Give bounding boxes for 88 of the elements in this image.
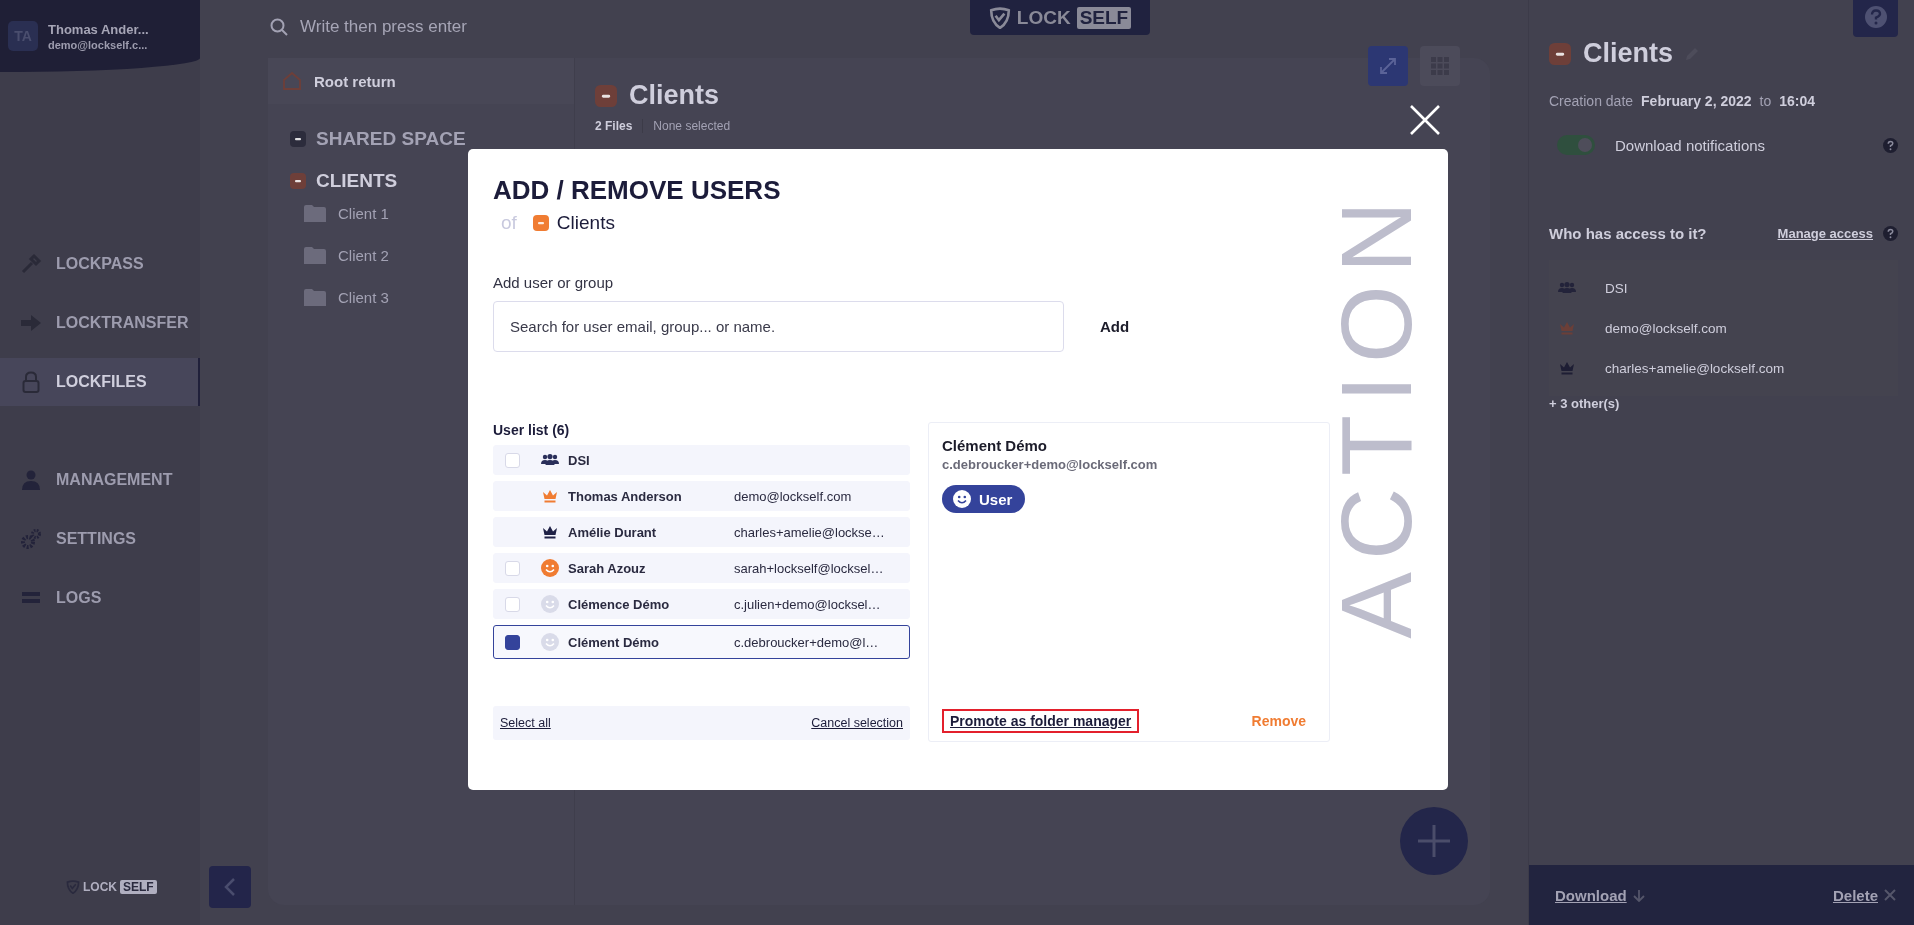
expand-icon: [1379, 57, 1397, 75]
user-name: Thomas Ander...: [48, 21, 149, 37]
nav-item[interactable]: LOCKFILES: [0, 358, 200, 406]
creation-time: 16:04: [1779, 93, 1816, 109]
user-search-field[interactable]: Search for user email, group... or name.: [493, 301, 1064, 352]
person-icon: [20, 470, 42, 490]
folder-icon: [595, 84, 617, 107]
role-badge[interactable]: User: [942, 485, 1026, 513]
toggle-label: Download notifications: [1615, 136, 1766, 154]
delete-button[interactable]: Delete: [1826, 885, 1902, 905]
user-name: DSI: [568, 452, 591, 468]
list-title: User list (6): [493, 422, 571, 438]
creation-date-label: Creation date: [1549, 93, 1634, 109]
user-row[interactable]: Thomas Anderson demo@lockself.com: [493, 481, 910, 511]
bars-icon: [20, 592, 42, 604]
folder-icon: [304, 246, 326, 264]
help-button[interactable]: [1853, 0, 1898, 37]
notifications-toggle[interactable]: [1557, 135, 1595, 155]
user-name: Amélie Durant: [568, 524, 658, 540]
brand-logo: LOCK SELF: [970, 0, 1150, 35]
user-row[interactable]: Clémence Démo c.julien+demo@locksel…: [493, 589, 910, 619]
access-heading: Who has access to it?: [1549, 225, 1707, 242]
shield-icon: [988, 6, 1011, 29]
nav-item[interactable]: SETTINGS: [0, 515, 200, 563]
close-icon: [1884, 889, 1896, 901]
access-entry: DSI: [1605, 280, 1628, 296]
manage-access-link[interactable]: Manage access: [1777, 226, 1873, 241]
cancel-selection-link[interactable]: Cancel selection: [811, 716, 903, 730]
detail-email: c.debroucker+demo@lockself.com: [942, 457, 1159, 472]
nav-item[interactable]: LOCKPASS: [0, 240, 200, 288]
folder-icon: [1549, 42, 1571, 65]
select-all-link[interactable]: Select all: [500, 716, 551, 730]
user-row[interactable]: Amélie Durant charles+amelie@lockse…: [493, 517, 910, 547]
detail-name: Clément Démo: [942, 437, 1049, 454]
user-email: sarah+lockself@locksel…: [734, 560, 884, 576]
nav-item[interactable]: MANAGEMENT: [0, 456, 200, 504]
collapse-button[interactable]: [208, 866, 251, 908]
folder-icon: [304, 204, 326, 222]
folder-icon: [532, 215, 549, 231]
folder-name: Clients: [556, 212, 615, 234]
user-email: demo@lockself.com: [734, 488, 852, 504]
folder-title: Clients: [1549, 38, 1914, 69]
close-button[interactable]: [1408, 103, 1442, 137]
close-icon: [1408, 103, 1442, 137]
user-name: Thomas Anderson: [568, 488, 683, 504]
lock-icon: [20, 371, 42, 393]
user-row[interactable]: Clément Démo c.debroucker+demo@l…: [493, 625, 910, 659]
nav-item[interactable]: LOGS: [0, 574, 200, 622]
brand-logo: LOCK SELF: [66, 880, 157, 894]
user-name: Clémence Démo: [568, 596, 671, 612]
folder-title: Clients: [595, 80, 720, 111]
user-row[interactable]: DSI: [493, 445, 910, 475]
home-icon: [282, 71, 302, 91]
expand-button[interactable]: [1368, 46, 1408, 86]
user-email: c.julien+demo@locksel…: [734, 596, 881, 612]
chevron-left-icon: [223, 877, 236, 897]
field-label: Add user or group: [493, 274, 615, 291]
creation-date: February 2, 2022: [1641, 93, 1752, 109]
date-connector: to: [1759, 93, 1772, 109]
folder-item[interactable]: Client 2: [268, 234, 574, 276]
dialog-title: ADD / REMOVE USERS: [493, 175, 782, 206]
user-name: Sarah Azouz: [568, 560, 647, 576]
help-icon[interactable]: [1883, 137, 1898, 153]
smiley-icon: [953, 490, 971, 508]
selection-status: None selected: [653, 119, 731, 133]
gears-icon: [20, 528, 42, 550]
user-email: charles+amelie@lockse…: [734, 524, 885, 540]
checkbox[interactable]: [505, 634, 520, 650]
access-entry: demo@lockself.com: [1605, 320, 1727, 336]
space-item[interactable]: SHARED SPACE: [268, 128, 574, 150]
help-icon[interactable]: [1883, 226, 1898, 241]
search-field[interactable]: Write then press enter: [298, 16, 742, 38]
plus-icon: [1416, 823, 1452, 859]
access-entry: charles+amelie@lockself.com: [1605, 360, 1785, 376]
down-arrow-icon: [1632, 888, 1645, 902]
user-email: demo@lockself.c...: [48, 38, 149, 51]
search-icon: [270, 18, 288, 36]
user-name: Clément Démo: [568, 634, 661, 650]
others-count: + 3 other(s): [1549, 396, 1621, 411]
user-email: c.debroucker+demo@l…: [734, 634, 879, 650]
file-count: 2 Files: [595, 119, 644, 133]
decorative-heading: ACTION: [1326, 189, 1426, 639]
folder-icon: [304, 288, 326, 306]
download-button[interactable]: Download: [1549, 885, 1651, 905]
nav-item[interactable]: LOCKTRANSFER: [0, 299, 200, 347]
promote-link[interactable]: Promote as folder manager: [942, 709, 1140, 733]
user-row[interactable]: Sarah Azouz sarah+lockself@locksel…: [493, 553, 910, 583]
add-user-button[interactable]: Add: [1092, 310, 1138, 343]
